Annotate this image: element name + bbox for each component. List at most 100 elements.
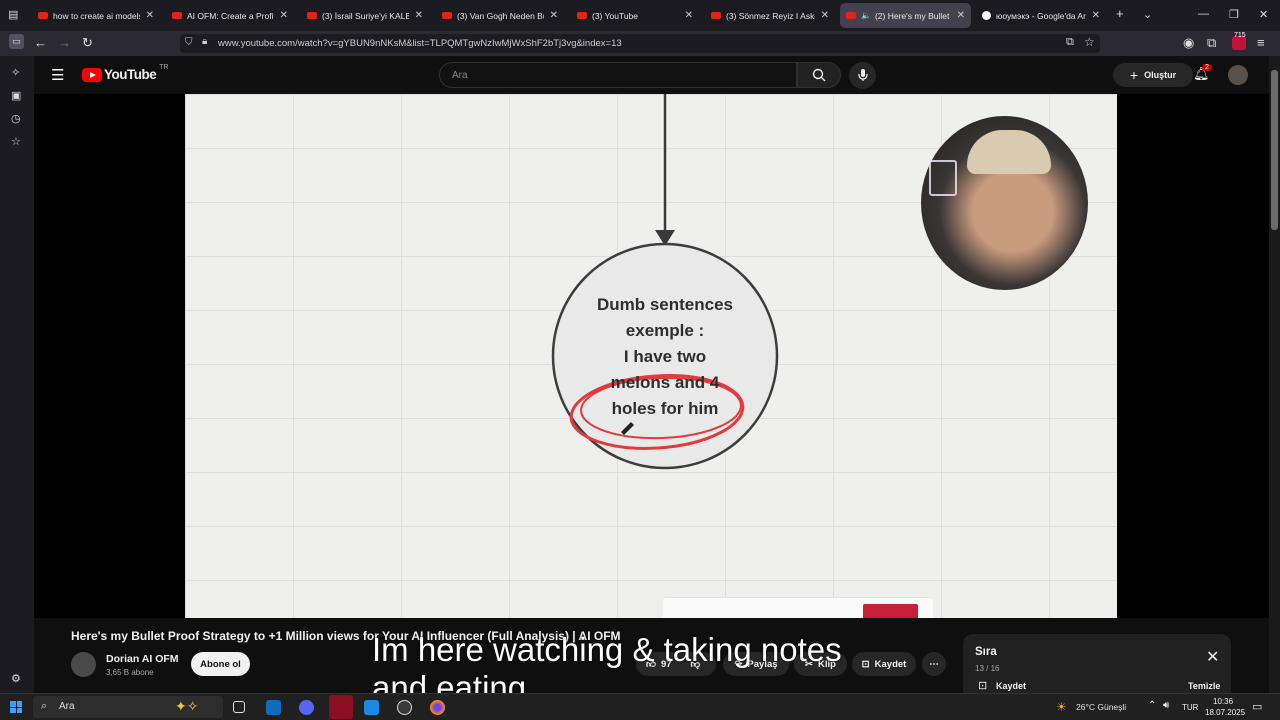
queue-title: Sıra: [975, 646, 997, 658]
close-icon[interactable]: ✕: [415, 10, 423, 21]
presenter-cap: [967, 130, 1051, 174]
address-bar[interactable]: ⛉ 🔒︎ www.youtube.com/watch?v=gYBUN9nNKsM…: [180, 34, 1100, 53]
firefox-icon[interactable]: [430, 700, 445, 715]
close-icon[interactable]: ✕: [146, 10, 154, 21]
windows-start-icon[interactable]: [10, 701, 22, 713]
discord-icon[interactable]: [299, 700, 314, 715]
tab-title: (3) Van Gogh Neden Bu Ka: [457, 10, 544, 21]
search-icon: [812, 68, 826, 82]
queue-position: 13 / 16: [975, 664, 1000, 673]
notification-center-icon[interactable]: ▭: [1252, 700, 1262, 713]
search-input[interactable]: Ara: [439, 62, 797, 88]
close-icon[interactable]: ✕: [1092, 10, 1100, 21]
bookmarks-star-icon[interactable]: ☆: [11, 135, 21, 148]
settings-gear-icon[interactable]: ⚙: [11, 672, 21, 685]
tab-title: (3) İsrail Suriye'yi KALBİNDE: [322, 10, 409, 21]
bookmark-star-icon[interactable]: ☆: [1084, 35, 1095, 49]
browser-tab[interactable]: (3) İsrail Suriye'yi KALBİNDE ✕: [301, 3, 429, 28]
lock-icon[interactable]: 🔒︎: [202, 36, 207, 47]
synced-tabs-icon[interactable]: ▣: [11, 89, 21, 102]
diagram-line-4: melons and 4: [611, 373, 720, 392]
diagram-line-1: Dumb sentences: [597, 295, 733, 314]
window-close-icon[interactable]: ✕: [1259, 8, 1268, 21]
neon-sign: [929, 160, 957, 196]
keyboard-language[interactable]: TUR: [1182, 703, 1198, 712]
clock-time[interactable]: 10:36: [1213, 697, 1233, 706]
tab-overview-icon[interactable]: ▤: [8, 8, 18, 21]
queue-clear-button[interactable]: Temizle: [1188, 681, 1220, 691]
search-button[interactable]: [797, 62, 841, 88]
google-icon: [982, 11, 991, 20]
copilot-sparkle-icon: ✦✧: [175, 698, 199, 714]
tray-chevron-icon[interactable]: ⌃: [1148, 700, 1156, 711]
subscriber-count: 3,65 B abone: [106, 668, 154, 677]
picture-in-picture-icon[interactable]: ⧉: [1066, 36, 1074, 49]
youtube-logo[interactable]: YouTube TR: [82, 64, 169, 82]
history-icon[interactable]: ◷: [11, 112, 21, 125]
facecam-overlay: [921, 116, 1088, 290]
outlook-icon[interactable]: [266, 700, 281, 715]
extensions-icon[interactable]: ⧉: [1207, 35, 1216, 51]
weather-icon: ☀: [1056, 700, 1067, 714]
shield-icon[interactable]: ⛉: [185, 37, 193, 48]
bookmark-icon[interactable]: ⊡: [978, 679, 987, 692]
close-icon[interactable]: ✕: [821, 10, 829, 21]
close-icon[interactable]: ✕: [685, 10, 693, 21]
microphone-icon: [858, 69, 868, 81]
user-avatar[interactable]: [1228, 65, 1248, 85]
youtube-icon: [711, 12, 721, 19]
youtube-icon: [442, 12, 452, 19]
diagram-line-5: holes for him: [612, 399, 719, 418]
browser-tab[interactable]: (3) YouTube ✕: [571, 3, 699, 28]
browser-tab[interactable]: how to create ai models fo ✕: [32, 3, 160, 28]
tab-list-chevron-icon[interactable]: ⌄: [1143, 8, 1152, 21]
file-explorer-icon[interactable]: [364, 700, 379, 715]
page-scrollbar[interactable]: [1269, 56, 1280, 693]
speaker-icon[interactable]: 🔈: [861, 11, 871, 20]
create-button[interactable]: + Oluştur: [1113, 63, 1193, 87]
browser-tab[interactable]: юоумэкэ - Google'da Ara ✕: [976, 3, 1106, 28]
back-icon[interactable]: ←: [34, 35, 47, 50]
forward-icon[interactable]: →: [58, 35, 71, 50]
browser-tab[interactable]: (3) Van Gogh Neden Bu Ka ✕: [436, 3, 564, 28]
ai-chat-icon[interactable]: ✧: [11, 66, 20, 79]
taskbar-search-placeholder: Ara: [59, 701, 75, 712]
account-icon[interactable]: ◉: [1183, 35, 1194, 51]
create-label: Oluştur: [1144, 70, 1177, 80]
browser-tab[interactable]: (3) Sönmez Reyiz I Askerlik ✕: [705, 3, 835, 28]
sidebar-toggle-icon[interactable]: ▭: [9, 34, 24, 49]
tab-title: (3) YouTube: [592, 10, 638, 21]
clock-date[interactable]: 18.07.2025: [1205, 708, 1245, 717]
country-code: TR: [159, 64, 169, 71]
channel-avatar[interactable]: [71, 652, 96, 677]
reload-icon[interactable]: ↻: [82, 35, 93, 51]
hamburger-menu-icon[interactable]: ☰: [51, 66, 64, 84]
notifications-count-badge: 2: [1202, 64, 1212, 71]
minimize-icon[interactable]: —: [1198, 8, 1209, 20]
opera-icon[interactable]: [329, 695, 353, 719]
restore-icon[interactable]: ❐: [1229, 8, 1239, 21]
close-icon[interactable]: ✕: [957, 10, 965, 21]
close-icon[interactable]: ✕: [550, 10, 558, 21]
volume-icon[interactable]: 🔊︎: [1163, 700, 1169, 711]
voice-search-button[interactable]: [849, 62, 876, 89]
youtube-wordmark: YouTube: [104, 67, 157, 82]
weather-text[interactable]: 26°C Güneşli: [1076, 702, 1126, 712]
youtube-icon: [307, 12, 317, 19]
taskbar-search-input[interactable]: ⌕ Ara ✦✧: [33, 696, 223, 718]
queue-save-button[interactable]: Kaydet: [996, 681, 1026, 691]
subscribe-button[interactable]: Abone ol: [191, 652, 250, 676]
browser-tab[interactable]: AI OFM: Create a Profitable ✕: [166, 3, 294, 28]
close-icon[interactable]: ✕: [280, 10, 288, 21]
task-view-icon[interactable]: [233, 701, 245, 713]
close-icon[interactable]: ✕: [1206, 650, 1219, 666]
obs-icon[interactable]: [397, 700, 412, 715]
scrollbar-thumb[interactable]: [1271, 70, 1278, 230]
channel-name[interactable]: Dorian AI OFM: [106, 653, 179, 665]
browser-tab-active[interactable]: 🔈 (2) Here's my Bullet Pr ✕: [840, 3, 971, 28]
url-text[interactable]: www.youtube.com/watch?v=gYBUN9nNKsM&list…: [218, 38, 622, 49]
tab-title: (2) Here's my Bullet Pr: [874, 10, 951, 21]
more-actions-button[interactable]: ⋯: [922, 652, 946, 676]
menu-icon[interactable]: ≡: [1257, 35, 1265, 50]
new-tab-icon[interactable]: +: [1116, 6, 1124, 21]
